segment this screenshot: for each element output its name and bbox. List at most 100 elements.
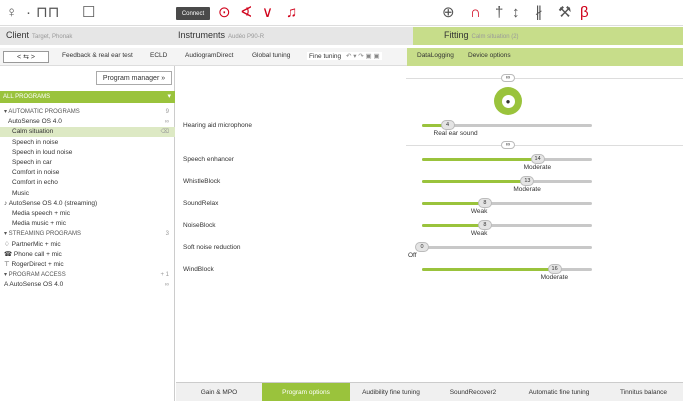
program-label: AutoSense OS 4.0 (8, 118, 62, 126)
sub-navigation: < ⇆ > Feedback & real ear test ECLD Audi… (0, 48, 683, 66)
slider-knob[interactable]: 14 (530, 154, 545, 164)
all-programs-label: ALL PROGRAMS (3, 94, 51, 100)
program-label: ▾ AUTOMATIC PROGRAMS (4, 109, 80, 115)
program-manager-button[interactable]: Program manager » (96, 71, 172, 85)
equalizer-icon[interactable]: ↕ (512, 4, 520, 22)
program-list-item[interactable]: ⊤ RogerDirect + mic (0, 260, 175, 270)
program-list-item[interactable]: Speech in loud noise (0, 148, 175, 158)
setting-label: Speech enhancer (183, 156, 234, 163)
connect-button[interactable]: Connect (176, 7, 210, 20)
hearing-aid-pair-icon[interactable]: ⊓⊓ (36, 4, 59, 22)
program-label: ♪ AutoSense OS 4.0 (streaming) (4, 199, 98, 207)
program-list-item[interactable]: Speech in noise (0, 138, 175, 148)
dot-separator-icon[interactable]: · (26, 4, 31, 22)
slider-value-label: Moderate (523, 164, 552, 171)
program-list-item[interactable]: Music (0, 189, 175, 199)
history-nav-buttons[interactable]: < ⇆ > (3, 51, 49, 63)
slider-track[interactable] (422, 158, 592, 161)
program-label: A AutoSense OS 4.0 (4, 281, 64, 289)
client-section[interactable]: Client Target, Phonak (6, 30, 72, 40)
program-list-item[interactable]: AutoSense OS 4.0 ∞ (0, 117, 175, 127)
program-label: ☎ Phone call + mic (4, 250, 62, 258)
slider-track[interactable] (422, 224, 592, 227)
fine-tuning-label: Fine tuning (309, 53, 342, 60)
tuning-fork-icon[interactable]: † (495, 4, 503, 22)
slider-track[interactable] (422, 180, 592, 183)
slider-knob[interactable]: 16 (547, 264, 562, 274)
program-label: Music (12, 189, 29, 197)
slider-track[interactable] (422, 202, 592, 205)
nav-feedback-real-ear-test[interactable]: Feedback & real ear test (62, 52, 133, 59)
program-right-indicator: ∞ (164, 119, 169, 126)
program-label: Comfort in noise (12, 169, 60, 177)
program-right-indicator: + 1 (160, 272, 169, 279)
nav-global-tuning[interactable]: Global tuning (252, 52, 290, 59)
link-icon[interactable]: ∞ (501, 74, 515, 82)
slider-track[interactable] (422, 268, 592, 271)
program-label: ⊤ RogerDirect + mic (4, 261, 64, 268)
setting-label: WindBlock (183, 266, 214, 273)
nav-device-options[interactable]: Device options (468, 52, 511, 59)
program-label: Calm situation (12, 128, 54, 136)
nav-fine-tuning[interactable]: Fine tuning ↶ ▾ ↷ ▣ ▣ (307, 52, 382, 60)
ear-side-selector-icon[interactable]: ● (494, 87, 522, 115)
globe-icon[interactable]: ⊕ (442, 4, 455, 22)
setting-label: NoiseBlock (183, 222, 216, 229)
ear-icon[interactable]: ∩ (470, 4, 481, 22)
fitting-section[interactable]: Fitting Calm situation (2) (413, 27, 683, 45)
slider-knob[interactable]: 13 (520, 176, 535, 186)
slider-knob[interactable]: 0 (415, 242, 429, 252)
instruments-label: Instruments (178, 30, 226, 40)
program-group-header[interactable]: ▾ PROGRAM ACCESS + 1 (0, 270, 175, 280)
slider-track[interactable] (422, 246, 592, 249)
user-icon[interactable]: ♀ (6, 4, 17, 22)
hearing-aid-stereo-icon[interactable]: ∨ (262, 4, 273, 22)
nav-datalogging[interactable]: DataLogging (417, 52, 454, 59)
program-right-indicator: ⌫ (160, 129, 169, 136)
bottom-tab[interactable]: Gain & MPO (176, 383, 262, 401)
program-list-item[interactable]: Comfort in echo (0, 178, 175, 188)
program-list-item[interactable]: Speech in car (0, 158, 175, 168)
slider-knob[interactable]: 4 (440, 120, 455, 130)
program-group-header[interactable]: ▾ AUTOMATIC PROGRAMS 9 (0, 107, 175, 117)
bottom-tab[interactable]: SoundRecover2 (432, 383, 514, 401)
program-list-item[interactable]: ♢ PartnerMic + mic (0, 240, 175, 250)
sound-wave-icon[interactable]: ⊙ (218, 4, 231, 22)
chevron-down-icon: ▾ (167, 93, 171, 100)
new-document-icon[interactable]: ☐ (82, 4, 95, 22)
slider-knob[interactable]: 8 (477, 198, 492, 208)
nav-ecld[interactable]: ECLD (150, 52, 167, 59)
bottom-tab[interactable]: Program options (262, 383, 350, 401)
top-toolbar: ♀ · ⊓⊓ ☐ Connect ⊙ ∢ ∨ ♫ ⊕ ∩ † ↕ ∦ ⚒ β (0, 0, 683, 26)
bottom-tab[interactable]: Automatic fine tuning (514, 383, 604, 401)
program-list-item[interactable]: ☎ Phone call + mic (0, 250, 175, 260)
bottom-tab[interactable]: Audibility fine tuning (350, 383, 432, 401)
hearing-aid-red-icon[interactable]: ∢ (240, 4, 253, 22)
program-list-item[interactable]: Media music + mic (0, 219, 175, 229)
program-list-item[interactable]: Calm situation ⌫ (0, 127, 175, 138)
fine-tuning-controls[interactable]: ↶ ▾ ↷ ▣ ▣ (346, 53, 380, 60)
slider-knob[interactable]: 8 (477, 220, 492, 230)
bluetooth-icon[interactable]: β (580, 4, 589, 22)
program-label: ▾ STREAMING PROGRAMS (4, 231, 82, 238)
client-label: Client (6, 30, 30, 40)
setting-label: SoundRelax (183, 200, 219, 207)
bars-icon[interactable]: ∦ (535, 4, 543, 22)
program-list-item[interactable]: Comfort in noise (0, 168, 175, 178)
all-programs-dropdown[interactable]: ALL PROGRAMS ▾ (0, 91, 175, 103)
program-list-item[interactable]: Media speech + mic (0, 209, 175, 219)
program-list-item[interactable]: ♪ AutoSense OS 4.0 (streaming) (0, 199, 175, 209)
slider-fill (422, 202, 485, 205)
volume-icon[interactable]: ♫ (286, 4, 297, 22)
program-list-item[interactable]: A AutoSense OS 4.0 ∞ (0, 280, 175, 290)
program-group-header[interactable]: ▾ STREAMING PROGRAMS 3 (0, 229, 175, 239)
setting-label: Hearing aid microphone (183, 122, 253, 129)
slider-value-label: Real ear sound (433, 130, 478, 137)
wrench-icon[interactable]: ⚒ (558, 4, 571, 22)
bottom-tab[interactable]: Tinnitus balance (604, 383, 683, 401)
instruments-section[interactable]: Instruments Audéo P90-R (178, 30, 264, 40)
nav-audiogramdirect[interactable]: AudiogramDirect (185, 52, 233, 59)
link-icon[interactable]: ∞ (501, 141, 515, 149)
slider-fill (422, 158, 538, 161)
slider-value-label: Weak (470, 208, 488, 215)
